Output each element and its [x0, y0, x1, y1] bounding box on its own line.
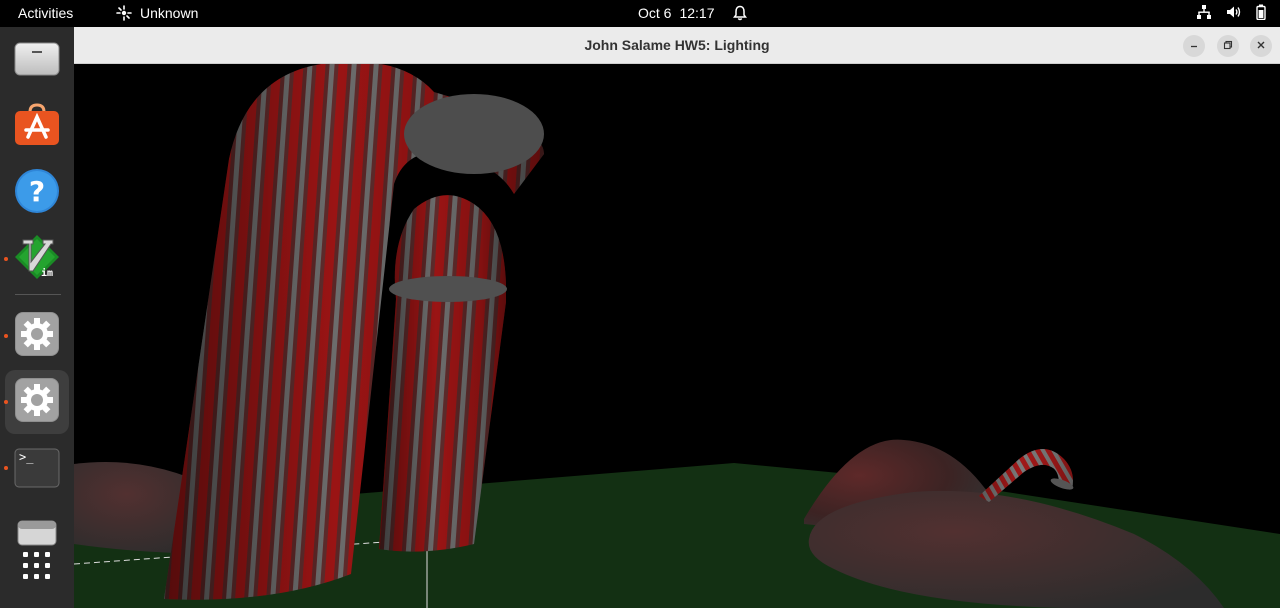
- help-icon: ?: [14, 168, 60, 219]
- top-bar: Activities Unknown Oct 6 12:17: [0, 0, 1280, 27]
- dock-settings-1[interactable]: [4, 304, 69, 368]
- clock-date: Oct 6: [638, 5, 672, 21]
- running-indicator: [4, 334, 8, 338]
- running-indicator: [4, 466, 8, 470]
- terminal-icon: >_: [14, 448, 60, 488]
- window-title: John Salame HW5: Lighting: [584, 37, 770, 53]
- maximize-button[interactable]: [1217, 35, 1239, 57]
- battery-icon: [1256, 4, 1266, 20]
- system-tray[interactable]: [1196, 4, 1266, 20]
- running-indicator: [4, 400, 8, 404]
- gear-icon: [14, 311, 60, 362]
- dock-settings-2[interactable]: [4, 370, 69, 434]
- gl-canvas[interactable]: [74, 64, 1280, 608]
- clock[interactable]: Oct 6 12:17: [638, 5, 747, 21]
- running-indicator: [4, 257, 8, 261]
- volume-icon: [1226, 4, 1242, 20]
- notification-bell-icon: [732, 5, 747, 21]
- app-window: John Salame HW5: Lighting: [74, 27, 1280, 608]
- dock-files[interactable]: [5, 29, 69, 93]
- dock-show-apps[interactable]: [5, 536, 69, 600]
- dock-help[interactable]: ?: [5, 161, 69, 225]
- close-button[interactable]: [1250, 35, 1272, 57]
- window-titlebar[interactable]: John Salame HW5: Lighting: [74, 27, 1280, 64]
- minimize-button[interactable]: [1183, 35, 1205, 57]
- close-icon: [1256, 37, 1266, 55]
- dock-separator: [15, 294, 61, 295]
- dock-software[interactable]: [5, 95, 69, 159]
- activities-button[interactable]: Activities: [18, 5, 73, 21]
- network-icon: [1196, 4, 1212, 20]
- grid-icon: [21, 550, 53, 587]
- app-menu[interactable]: Unknown: [116, 5, 198, 21]
- app-menu-icon: [116, 5, 132, 21]
- app-store-icon: [14, 102, 60, 153]
- dock-vim[interactable]: im: [4, 227, 69, 291]
- svg-text:?: ?: [29, 175, 45, 208]
- vim-icon: im: [14, 234, 60, 285]
- minimize-icon: [1189, 37, 1199, 55]
- cane-cap-top: [404, 94, 544, 174]
- restore-icon: [1223, 37, 1233, 55]
- clock-time: 12:17: [679, 5, 715, 21]
- app-name: Unknown: [140, 5, 199, 21]
- dock: ? im >_: [0, 27, 74, 608]
- terminal-prompt: >_: [19, 450, 34, 464]
- cane-cap-mid: [389, 276, 507, 302]
- dock-terminal[interactable]: >_: [4, 436, 69, 500]
- svg-text:im: im: [41, 267, 53, 279]
- drive-icon: [14, 39, 60, 84]
- gear-icon: [14, 377, 60, 428]
